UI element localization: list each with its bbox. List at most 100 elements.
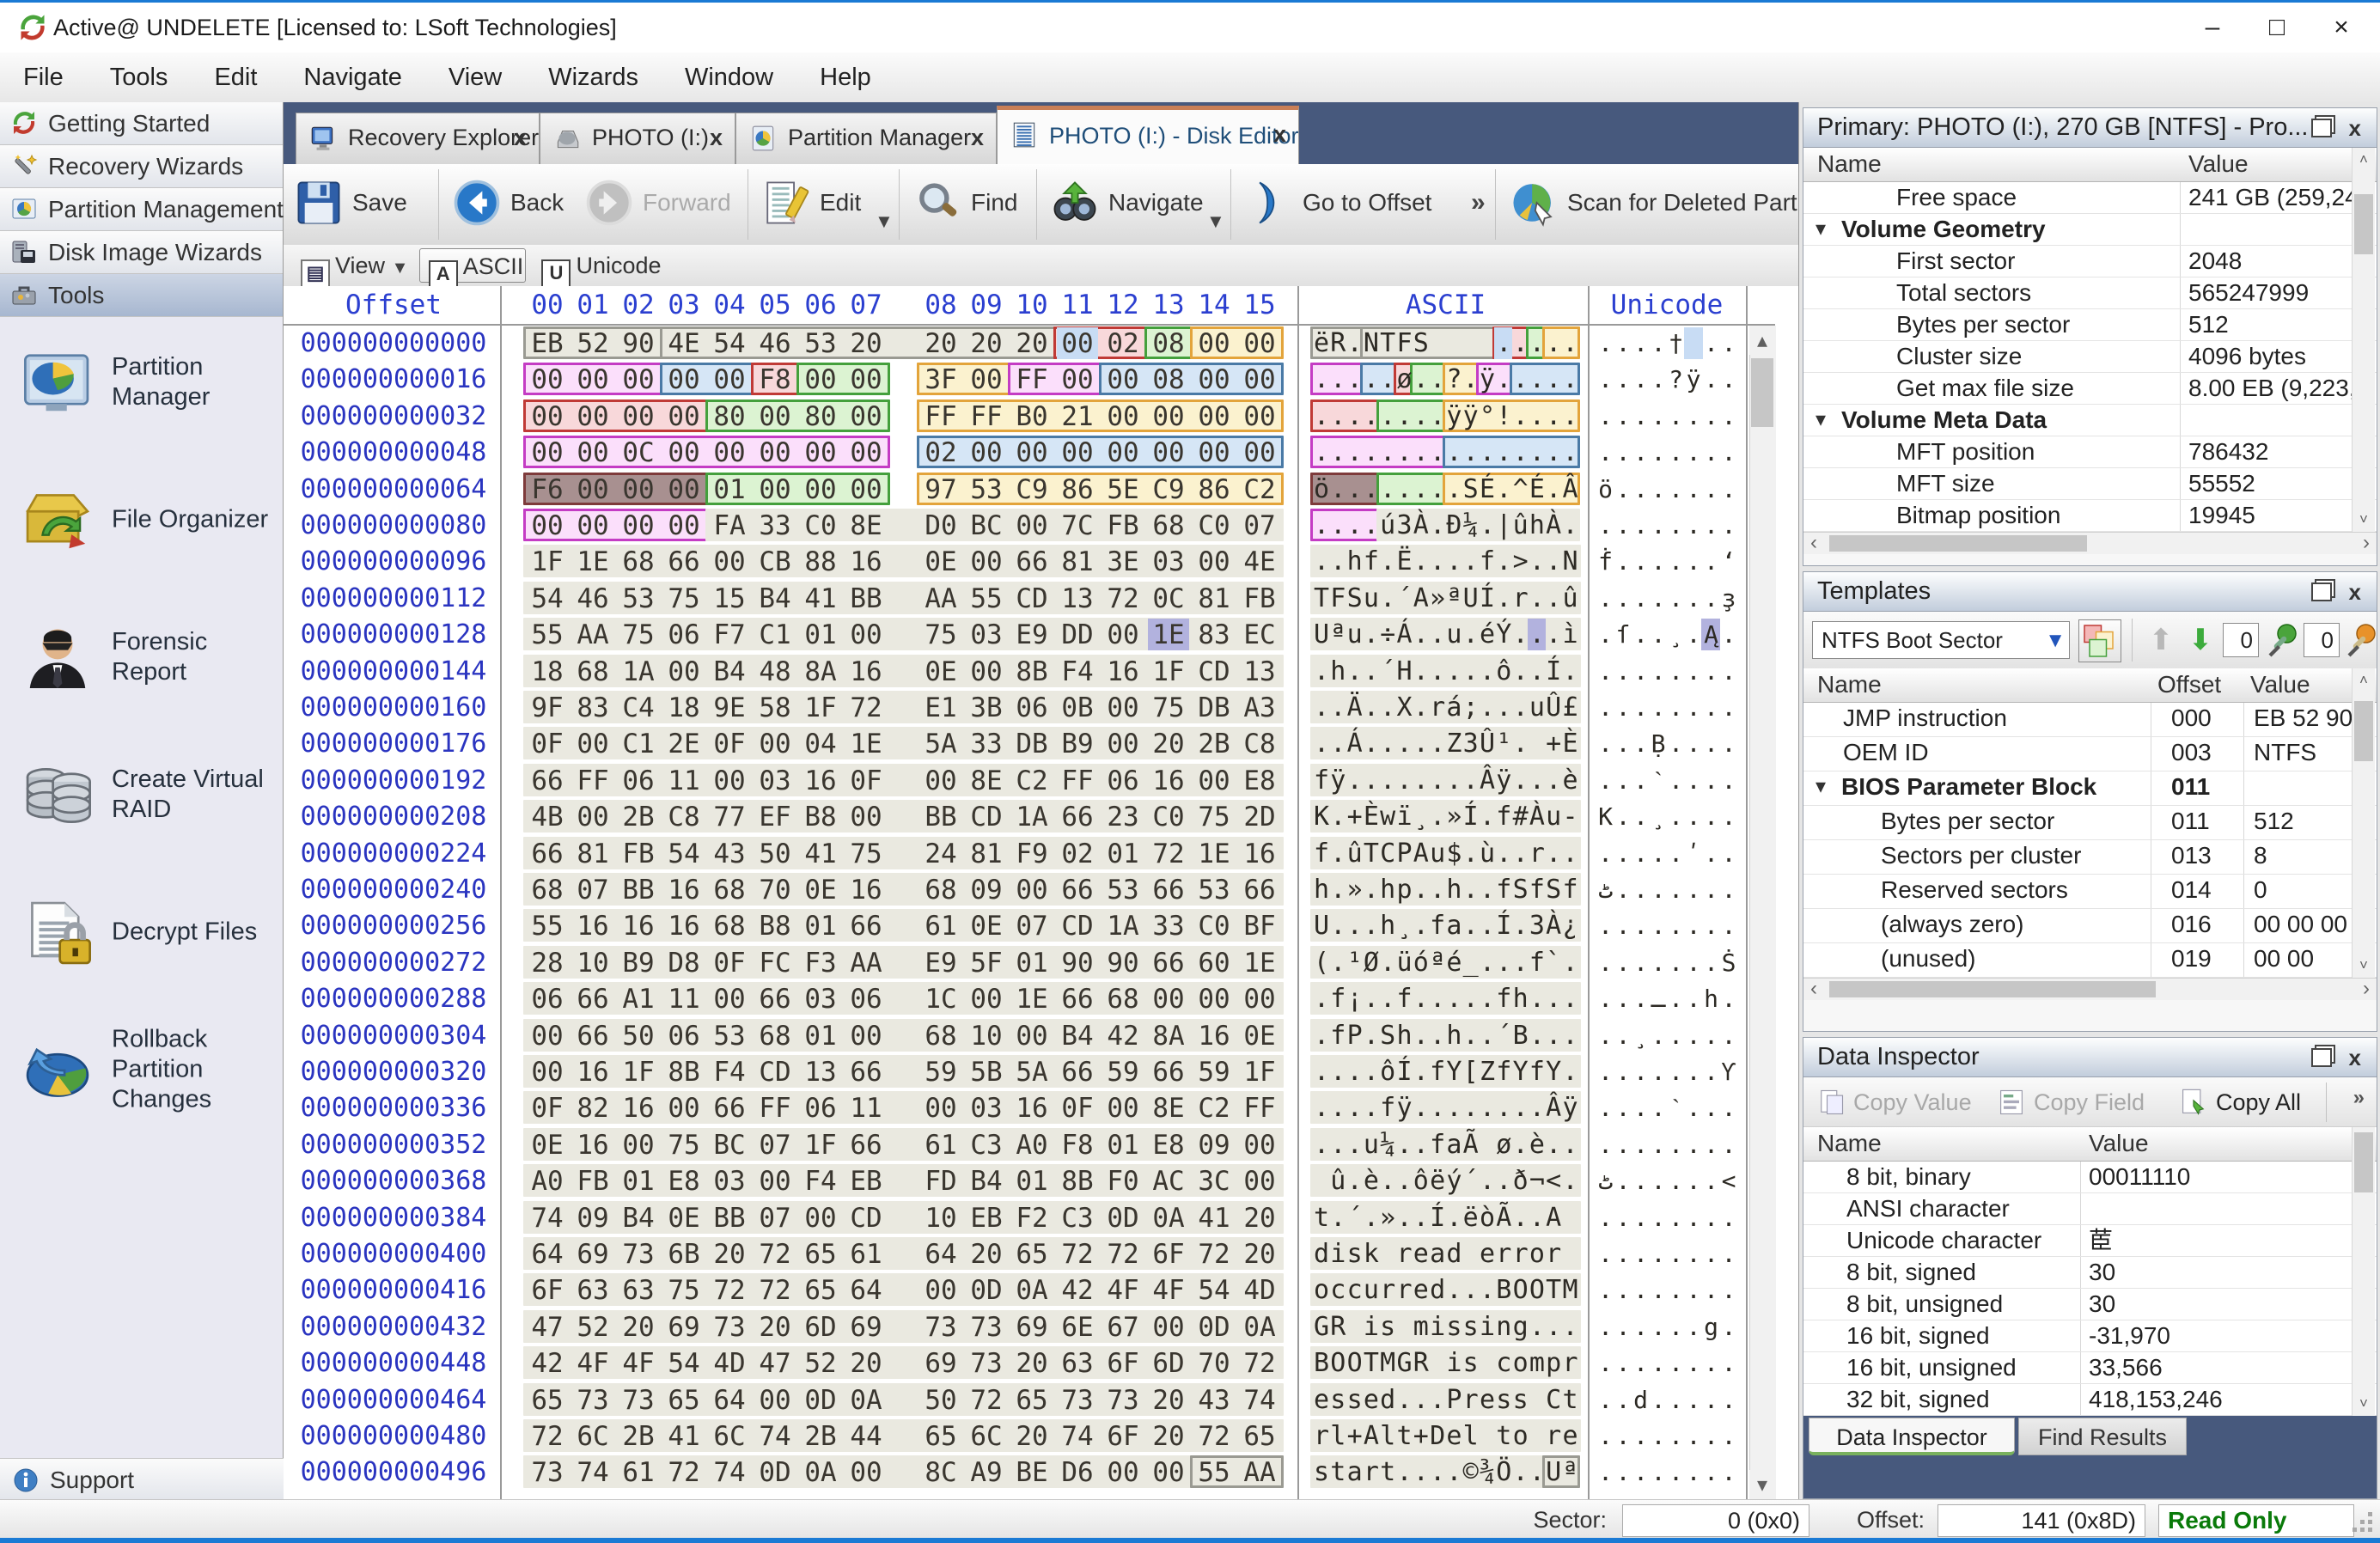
scroll-up-icon[interactable]: ˄ (2353, 668, 2375, 692)
hex-byte[interactable]: 16 (1241, 836, 1278, 872)
ascii-char[interactable]: . (1462, 1018, 1480, 1054)
ascii-char[interactable]: i (1363, 1309, 1380, 1345)
ascii-char[interactable]: . (1413, 872, 1430, 908)
ascii-char[interactable]: . (1413, 1455, 1430, 1491)
hex-byte[interactable]: 4F (1150, 1272, 1187, 1308)
hex-byte[interactable]: F4 (802, 1163, 839, 1199)
tab-close-icon[interactable]: x (971, 113, 984, 162)
hex-byte[interactable]: 00 (711, 981, 748, 1017)
hex-byte[interactable]: FB (1104, 508, 1142, 544)
hex-byte[interactable]: 03 (711, 1163, 748, 1199)
ascii-char[interactable]: . (1346, 362, 1364, 398)
ascii-char[interactable]: . (1346, 399, 1364, 435)
chevron-down-icon[interactable]: ▾ (1816, 214, 1826, 245)
ascii-char[interactable]: . (1363, 472, 1380, 508)
ascii-char[interactable]: ¼ (1462, 508, 1480, 544)
hex-byte[interactable]: B4 (619, 1200, 657, 1236)
ascii-char[interactable]: [ (1462, 1054, 1480, 1090)
ascii-char[interactable]: B (1495, 1272, 1512, 1308)
unicode-char[interactable]: . (1702, 326, 1720, 362)
hex-byte[interactable]: 72 (711, 1272, 748, 1308)
unicode-char[interactable]: . (1596, 836, 1614, 872)
hex-byte[interactable]: 00 (802, 362, 839, 398)
ascii-char[interactable]: . (1363, 508, 1380, 544)
ascii-char[interactable]: . (1445, 435, 1462, 471)
ascii-char[interactable] (1529, 1382, 1546, 1418)
unicode-char[interactable]: . (1614, 799, 1632, 835)
unicode-char[interactable]: . (1667, 1345, 1685, 1381)
ascii-char[interactable]: . (1396, 1163, 1413, 1199)
unicode-char[interactable]: . (1685, 435, 1703, 471)
template-row[interactable]: (always zero) 016 00 00 00 (1803, 909, 2377, 943)
ascii-char[interactable]: À (1413, 508, 1430, 544)
ascii-char[interactable]: . (1363, 1200, 1380, 1236)
ascii-char[interactable]: . (1562, 654, 1579, 690)
ascii-char[interactable]: . (1379, 472, 1396, 508)
hex-byte[interactable]: AA (847, 945, 885, 981)
template-row[interactable]: JMP instruction 000 EB 52 90 (1803, 703, 2377, 737)
ascii-char[interactable]: . (1445, 1272, 1462, 1308)
ascii-char[interactable]: . (1429, 1018, 1446, 1054)
ascii-char[interactable]: . (1313, 435, 1330, 471)
unicode-char[interactable] (1685, 326, 1703, 362)
unicode-char[interactable]: . (1702, 544, 1720, 580)
hex-byte[interactable]: 1F (619, 1054, 657, 1090)
hex-byte[interactable]: 00 (1241, 399, 1278, 435)
inspector-row[interactable]: 16 bit, unsigned 33,566 (1803, 1352, 2377, 1384)
ascii-char[interactable]: . (1529, 326, 1546, 362)
hex-byte[interactable]: 00 (847, 799, 885, 835)
close-icon[interactable]: x (2349, 1046, 2361, 1069)
hex-byte[interactable]: 43 (711, 836, 748, 872)
ascii-char[interactable]: . (1329, 908, 1346, 944)
ascii-char[interactable]: é (1479, 617, 1496, 653)
ascii-char[interactable]: . (1512, 908, 1529, 944)
menu-tools[interactable]: Tools (87, 52, 192, 102)
ascii-char[interactable] (1379, 1236, 1396, 1272)
inspector-row[interactable]: 8 bit, binary 00011110 (1803, 1162, 2377, 1193)
hex-byte[interactable]: 42 (1059, 1272, 1096, 1308)
ascii-char[interactable]: S (1512, 872, 1529, 908)
ascii-char[interactable]: . (1396, 435, 1413, 471)
ascii-char[interactable]: . (1495, 581, 1512, 617)
ascii-char[interactable]: è (1562, 763, 1579, 799)
unicode-char[interactable]: . (1702, 1345, 1720, 1381)
hex-byte[interactable]: 0E (967, 908, 1005, 944)
unicode-char[interactable]: . (1720, 1200, 1738, 1236)
ascii-char[interactable]: h (1379, 908, 1396, 944)
hex-byte[interactable]: BB (619, 872, 657, 908)
unicode-char[interactable]: . (1650, 1382, 1668, 1418)
ascii-char[interactable]: ¼ (1379, 1127, 1396, 1163)
hex-byte[interactable]: 00 (802, 435, 839, 471)
unicode-char[interactable]: . (1685, 981, 1703, 1017)
ascii-char[interactable]: . (1363, 981, 1380, 1017)
hex-byte[interactable]: 01 (1104, 836, 1142, 872)
hex-byte[interactable]: 3E (1104, 544, 1142, 580)
hex-byte[interactable]: 0F (528, 1090, 566, 1126)
unicode-char[interactable]: . (1685, 1236, 1703, 1272)
unicode-char[interactable]: . (1650, 1127, 1668, 1163)
hex-byte[interactable]: 00 (1013, 435, 1051, 471)
hex-byte[interactable]: 72 (1104, 581, 1142, 617)
ascii-char[interactable]: À (1529, 799, 1546, 835)
ascii-char[interactable]: n (1495, 1309, 1512, 1345)
ascii-char[interactable]: o (1512, 1418, 1529, 1455)
ascii-char[interactable]: B (1313, 1345, 1330, 1381)
ascii-char[interactable]: . (1313, 654, 1330, 690)
unicode-char[interactable]: . (1702, 1382, 1720, 1418)
ascii-char[interactable] (1479, 1345, 1496, 1381)
ascii-char[interactable]: r (1396, 1236, 1413, 1272)
ascii-char[interactable]: f (1529, 872, 1546, 908)
hex-byte[interactable]: 53 (802, 326, 839, 362)
ascii-char[interactable]: ì (1562, 617, 1579, 653)
hex-byte[interactable]: 0A (802, 1455, 839, 1491)
unicode-char[interactable]: . (1720, 472, 1738, 508)
ascii-char[interactable]: a (1445, 908, 1462, 944)
ascii-char[interactable]: . (1429, 1455, 1446, 1491)
ascii-char[interactable]: Y (1545, 1054, 1562, 1090)
ascii-char[interactable]: + (1413, 1418, 1430, 1455)
unicode-char[interactable]: . (1596, 690, 1614, 726)
ascii-char[interactable]: s (1462, 1309, 1480, 1345)
ascii-char[interactable]: ë (1462, 1200, 1480, 1236)
hex-byte[interactable]: B8 (756, 908, 794, 944)
pin-green-icon[interactable] (2262, 619, 2304, 661)
